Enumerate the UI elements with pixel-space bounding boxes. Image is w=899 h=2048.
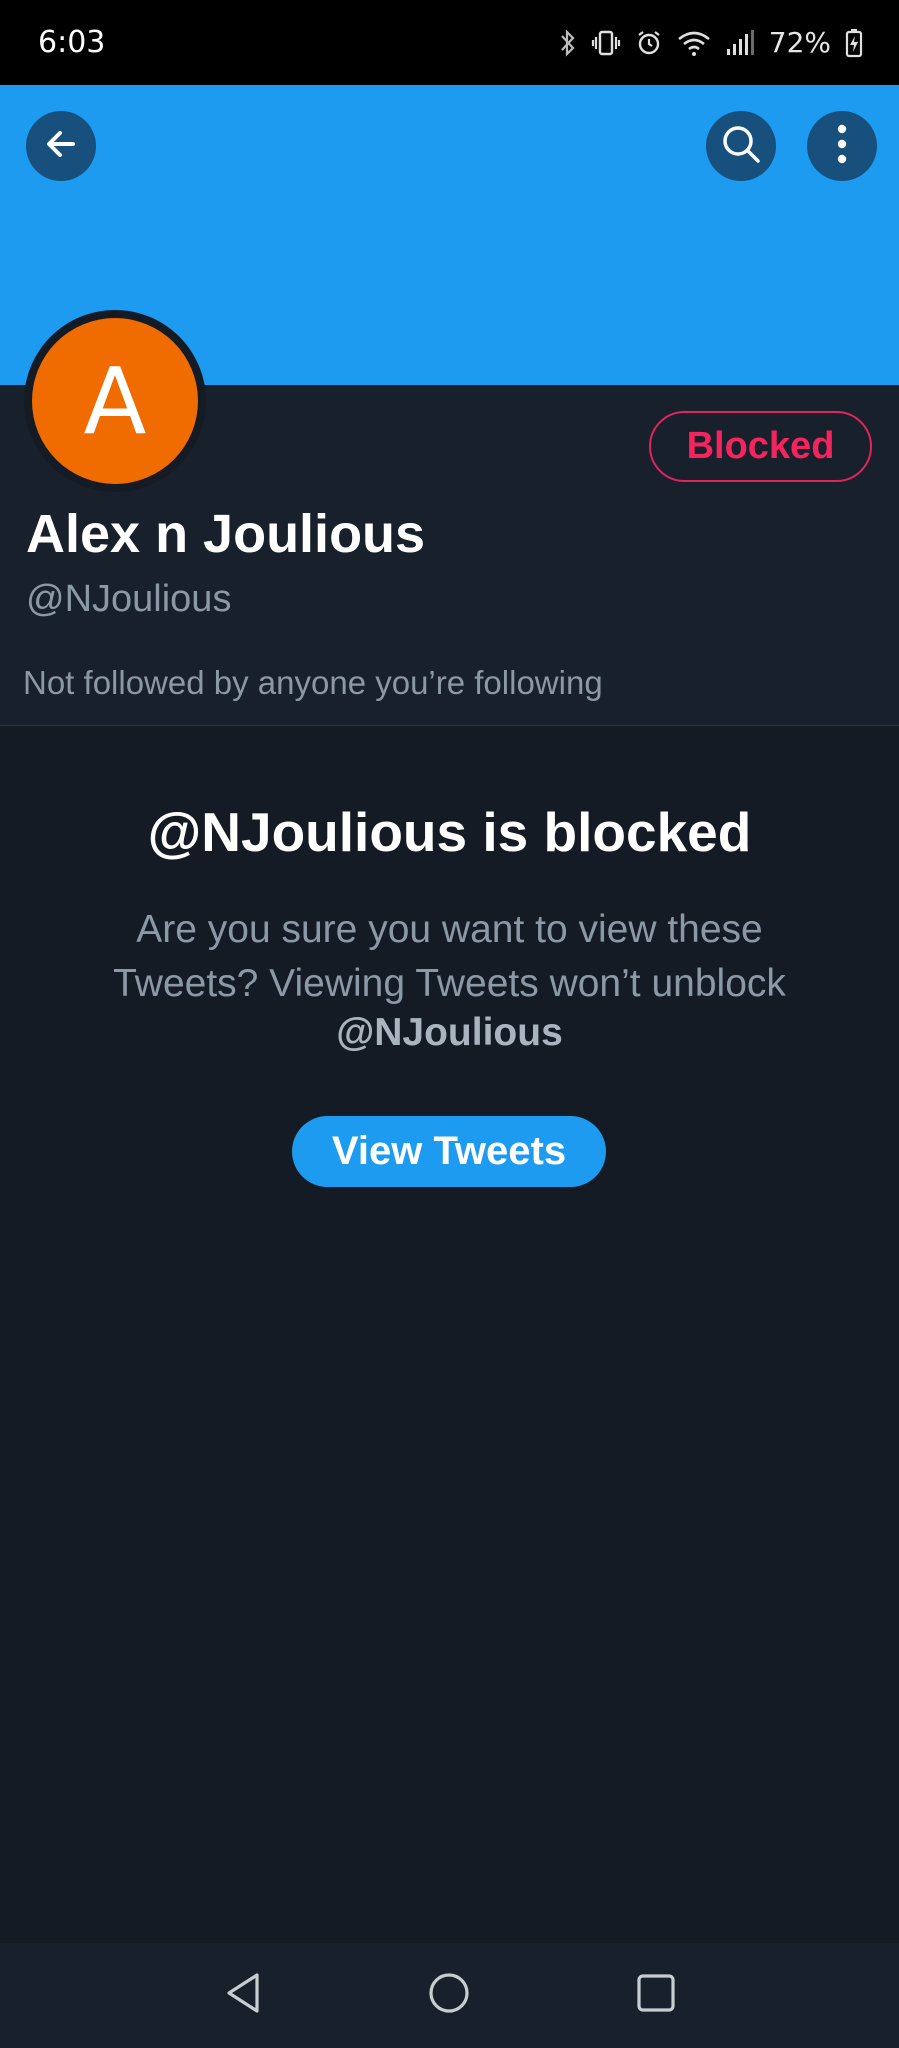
back-button[interactable] bbox=[26, 111, 96, 181]
battery-charging-icon bbox=[845, 28, 863, 58]
wifi-icon bbox=[677, 29, 711, 57]
signal-icon bbox=[725, 29, 755, 57]
vibrate-icon bbox=[591, 29, 621, 57]
view-tweets-button[interactable]: View Tweets bbox=[292, 1116, 606, 1187]
avatar[interactable]: A bbox=[24, 310, 206, 492]
nav-back-button[interactable] bbox=[203, 1956, 283, 2036]
nav-home-button[interactable] bbox=[409, 1956, 489, 2036]
home-circle-icon bbox=[427, 1971, 471, 2020]
profile-handle: @NJoulious bbox=[26, 578, 232, 620]
display-name: Alex n Joulious bbox=[26, 504, 426, 564]
arrow-left-icon bbox=[41, 124, 81, 169]
nav-recents-button[interactable] bbox=[616, 1956, 696, 2036]
blocked-handle: @NJoulious bbox=[336, 1011, 563, 1054]
recents-square-icon bbox=[635, 1972, 677, 2019]
battery-percent: 72% bbox=[768, 26, 831, 59]
back-triangle-icon bbox=[223, 1971, 263, 2020]
followers-you-know[interactable]: Not followed by anyone you’re following bbox=[23, 664, 603, 702]
more-vertical-icon bbox=[836, 122, 848, 171]
search-button[interactable] bbox=[706, 111, 776, 181]
avatar-letter: A bbox=[32, 318, 198, 484]
system-nav-bar bbox=[0, 1943, 899, 2048]
blocked-button[interactable]: Blocked bbox=[649, 411, 872, 482]
bluetooth-icon bbox=[559, 28, 577, 57]
status-time: 6:03 bbox=[38, 25, 106, 60]
blocked-message: Are you sure you want to view these Twee… bbox=[113, 908, 786, 1005]
status-icons: 72% bbox=[559, 26, 863, 59]
alarm-icon bbox=[635, 29, 663, 57]
search-icon bbox=[719, 122, 763, 171]
status-bar: 6:03 72% bbox=[0, 0, 899, 85]
blocked-title: @NJoulious is blocked bbox=[147, 801, 752, 863]
more-options-button[interactable] bbox=[807, 111, 877, 181]
